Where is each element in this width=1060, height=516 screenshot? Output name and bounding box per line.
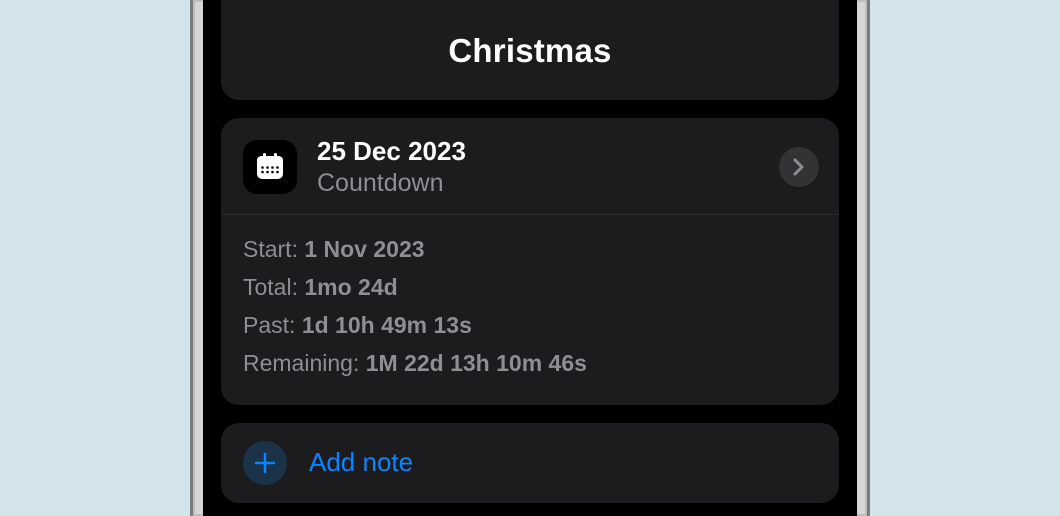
countdown-subtitle: Countdown xyxy=(317,169,779,198)
page-title: Christmas xyxy=(448,32,611,70)
title-card: Christmas xyxy=(221,0,839,100)
stat-total: Total: 1mo 24d xyxy=(243,269,817,307)
plus-icon xyxy=(243,441,287,485)
screen: Christmas xyxy=(203,0,857,516)
stat-start: Start: 1 Nov 2023 xyxy=(243,231,817,269)
stat-past: Past: 1d 10h 49m 13s xyxy=(243,307,817,345)
add-note-button[interactable]: Add note xyxy=(221,423,839,503)
phone-frame: Christmas xyxy=(190,0,870,516)
add-note-label: Add note xyxy=(309,447,413,478)
countdown-date: 25 Dec 2023 xyxy=(317,136,779,167)
chevron-right-icon[interactable] xyxy=(779,147,819,187)
countdown-title-block: 25 Dec 2023 Countdown xyxy=(317,136,779,198)
countdown-card: 25 Dec 2023 Countdown Start: 1 Nov 2023 … xyxy=(221,118,839,405)
countdown-stats: Start: 1 Nov 2023 Total: 1mo 24d Past: 1… xyxy=(221,215,839,405)
calendar-icon xyxy=(243,140,297,194)
countdown-header-row[interactable]: 25 Dec 2023 Countdown xyxy=(221,118,839,215)
stat-remaining: Remaining: 1M 22d 13h 10m 46s xyxy=(243,345,817,383)
